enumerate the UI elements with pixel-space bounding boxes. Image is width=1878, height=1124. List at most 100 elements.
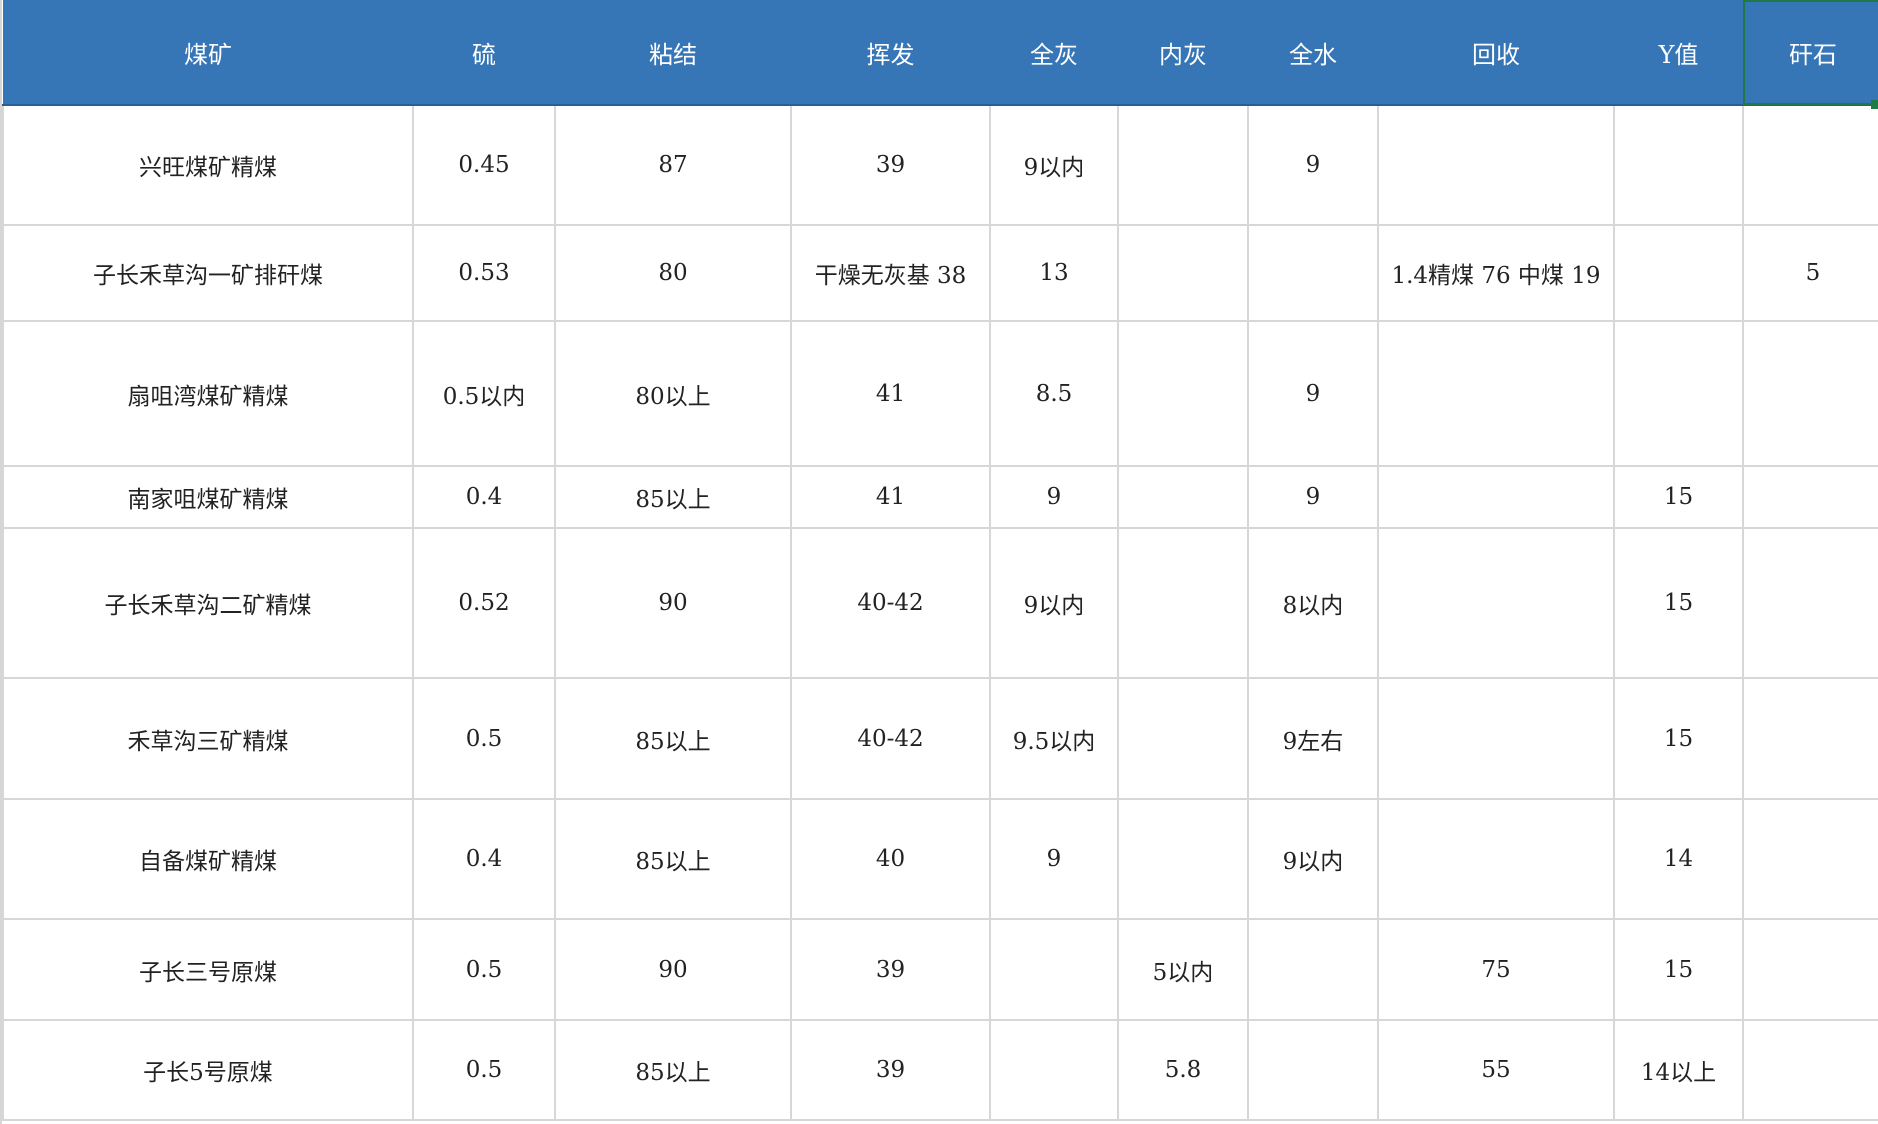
cell-recovery[interactable]: 55 bbox=[1377, 1019, 1615, 1121]
cell-inherent-ash[interactable] bbox=[1117, 104, 1249, 226]
cell-coal-mine[interactable]: 子长禾草沟二矿精煤 bbox=[2, 527, 414, 679]
cell-total-moisture[interactable] bbox=[1247, 918, 1379, 1021]
cell-coal-mine[interactable]: 自备煤矿精煤 bbox=[2, 798, 414, 920]
cell-inherent-ash[interactable] bbox=[1117, 677, 1249, 800]
header-total-moisture[interactable]: 全水 bbox=[1248, 0, 1378, 106]
header-sulfur[interactable]: 硫 bbox=[413, 0, 555, 106]
cell-total-ash[interactable]: 8.5 bbox=[989, 320, 1119, 467]
cell-total-moisture[interactable]: 9 bbox=[1247, 104, 1379, 226]
cell-inherent-ash[interactable] bbox=[1117, 798, 1249, 920]
cell-total-ash[interactable]: 9以内 bbox=[989, 104, 1119, 226]
cell-gangue[interactable] bbox=[1742, 465, 1878, 529]
cell-volatile[interactable]: 41 bbox=[790, 320, 991, 467]
cell-caking[interactable]: 87 bbox=[554, 104, 792, 226]
cell-caking[interactable]: 90 bbox=[554, 918, 792, 1021]
cell-inherent-ash[interactable] bbox=[1117, 320, 1249, 467]
cell-recovery[interactable] bbox=[1377, 527, 1615, 679]
cell-total-ash[interactable]: 9 bbox=[989, 465, 1119, 529]
cell-caking[interactable]: 80以上 bbox=[554, 320, 792, 467]
cell-total-moisture[interactable] bbox=[1247, 224, 1379, 322]
cell-sulfur[interactable]: 0.52 bbox=[412, 527, 556, 679]
cell-gangue[interactable] bbox=[1742, 104, 1878, 226]
cell-y-value[interactable]: 15 bbox=[1613, 918, 1744, 1021]
cell-coal-mine[interactable]: 兴旺煤矿精煤 bbox=[2, 104, 414, 226]
cell-inherent-ash[interactable] bbox=[1117, 465, 1249, 529]
cell-y-value[interactable]: 15 bbox=[1613, 527, 1744, 679]
header-volatile[interactable]: 挥发 bbox=[791, 0, 990, 106]
cell-total-moisture[interactable]: 9 bbox=[1247, 465, 1379, 529]
cell-inherent-ash[interactable] bbox=[1117, 527, 1249, 679]
cell-recovery[interactable] bbox=[1377, 677, 1615, 800]
cell-recovery[interactable]: 1.4精煤 76 中煤 19 bbox=[1377, 224, 1615, 322]
header-inherent-ash[interactable]: 内灰 bbox=[1118, 0, 1248, 106]
cell-sulfur[interactable]: 0.5 bbox=[412, 1019, 556, 1121]
header-gangue-selected[interactable]: 矸石 bbox=[1743, 0, 1878, 106]
cell-y-value[interactable] bbox=[1613, 224, 1744, 322]
cell-coal-mine[interactable]: 子长三号原煤 bbox=[2, 918, 414, 1021]
cell-inherent-ash[interactable] bbox=[1117, 224, 1249, 322]
header-y-value[interactable]: Y值 bbox=[1614, 0, 1743, 106]
cell-total-ash[interactable] bbox=[989, 918, 1119, 1021]
cell-volatile[interactable]: 39 bbox=[790, 918, 991, 1021]
header-recovery[interactable]: 回收 bbox=[1378, 0, 1614, 106]
cell-gangue[interactable] bbox=[1742, 918, 1878, 1021]
cell-volatile[interactable]: 40-42 bbox=[790, 677, 991, 800]
cell-caking[interactable]: 85以上 bbox=[554, 465, 792, 529]
cell-y-value[interactable]: 14以上 bbox=[1613, 1019, 1744, 1121]
cell-coal-mine[interactable]: 禾草沟三矿精煤 bbox=[2, 677, 414, 800]
cell-caking[interactable]: 80 bbox=[554, 224, 792, 322]
cell-total-ash[interactable]: 9 bbox=[989, 798, 1119, 920]
cell-total-moisture[interactable]: 9左右 bbox=[1247, 677, 1379, 800]
cell-gangue[interactable]: 5 bbox=[1742, 224, 1878, 322]
header-coal-mine[interactable]: 煤矿 bbox=[3, 0, 413, 106]
cell-sulfur[interactable]: 0.4 bbox=[412, 798, 556, 920]
cell-volatile[interactable]: 39 bbox=[790, 104, 991, 226]
cell-total-moisture[interactable]: 8以内 bbox=[1247, 527, 1379, 679]
cell-sulfur[interactable]: 0.4 bbox=[412, 465, 556, 529]
cell-y-value[interactable]: 15 bbox=[1613, 465, 1744, 529]
cell-coal-mine[interactable]: 子长禾草沟一矿排矸煤 bbox=[2, 224, 414, 322]
cell-volatile[interactable]: 40 bbox=[790, 798, 991, 920]
cell-recovery[interactable] bbox=[1377, 465, 1615, 529]
cell-caking[interactable]: 85以上 bbox=[554, 677, 792, 800]
cell-volatile[interactable]: 39 bbox=[790, 1019, 991, 1121]
cell-gangue[interactable] bbox=[1742, 527, 1878, 679]
cell-recovery[interactable]: 75 bbox=[1377, 918, 1615, 1021]
cell-coal-mine[interactable]: 扇咀湾煤矿精煤 bbox=[2, 320, 414, 467]
cell-total-moisture[interactable]: 9 bbox=[1247, 320, 1379, 467]
cell-sulfur[interactable]: 0.53 bbox=[412, 224, 556, 322]
header-caking[interactable]: 粘结 bbox=[555, 0, 791, 106]
cell-sulfur[interactable]: 0.45 bbox=[412, 104, 556, 226]
cell-volatile[interactable]: 41 bbox=[790, 465, 991, 529]
cell-y-value[interactable]: 15 bbox=[1613, 677, 1744, 800]
cell-gangue[interactable] bbox=[1742, 1019, 1878, 1121]
cell-y-value[interactable] bbox=[1613, 320, 1744, 467]
cell-recovery[interactable] bbox=[1377, 104, 1615, 226]
cell-gangue[interactable] bbox=[1742, 798, 1878, 920]
cell-total-moisture[interactable]: 9以内 bbox=[1247, 798, 1379, 920]
cell-coal-mine[interactable]: 南家咀煤矿精煤 bbox=[2, 465, 414, 529]
cell-sulfur[interactable]: 0.5 bbox=[412, 677, 556, 800]
cell-total-ash[interactable]: 9.5以内 bbox=[989, 677, 1119, 800]
cell-recovery[interactable] bbox=[1377, 798, 1615, 920]
header-total-ash[interactable]: 全灰 bbox=[990, 0, 1118, 106]
cell-total-ash[interactable]: 13 bbox=[989, 224, 1119, 322]
cell-total-moisture[interactable] bbox=[1247, 1019, 1379, 1121]
cell-inherent-ash[interactable]: 5.8 bbox=[1117, 1019, 1249, 1121]
cell-caking[interactable]: 90 bbox=[554, 527, 792, 679]
cell-sulfur[interactable]: 0.5 bbox=[412, 918, 556, 1021]
cell-gangue[interactable] bbox=[1742, 320, 1878, 467]
cell-y-value[interactable] bbox=[1613, 104, 1744, 226]
cell-total-ash[interactable]: 9以内 bbox=[989, 527, 1119, 679]
cell-inherent-ash[interactable]: 5以内 bbox=[1117, 918, 1249, 1021]
cell-gangue[interactable] bbox=[1742, 677, 1878, 800]
cell-recovery[interactable] bbox=[1377, 320, 1615, 467]
selection-fill-handle[interactable] bbox=[1871, 100, 1878, 109]
cell-total-ash[interactable] bbox=[989, 1019, 1119, 1121]
cell-volatile[interactable]: 干燥无灰基 38 bbox=[790, 224, 991, 322]
cell-sulfur[interactable]: 0.5以内 bbox=[412, 320, 556, 467]
cell-caking[interactable]: 85以上 bbox=[554, 1019, 792, 1121]
cell-caking[interactable]: 85以上 bbox=[554, 798, 792, 920]
cell-volatile[interactable]: 40-42 bbox=[790, 527, 991, 679]
cell-y-value[interactable]: 14 bbox=[1613, 798, 1744, 920]
